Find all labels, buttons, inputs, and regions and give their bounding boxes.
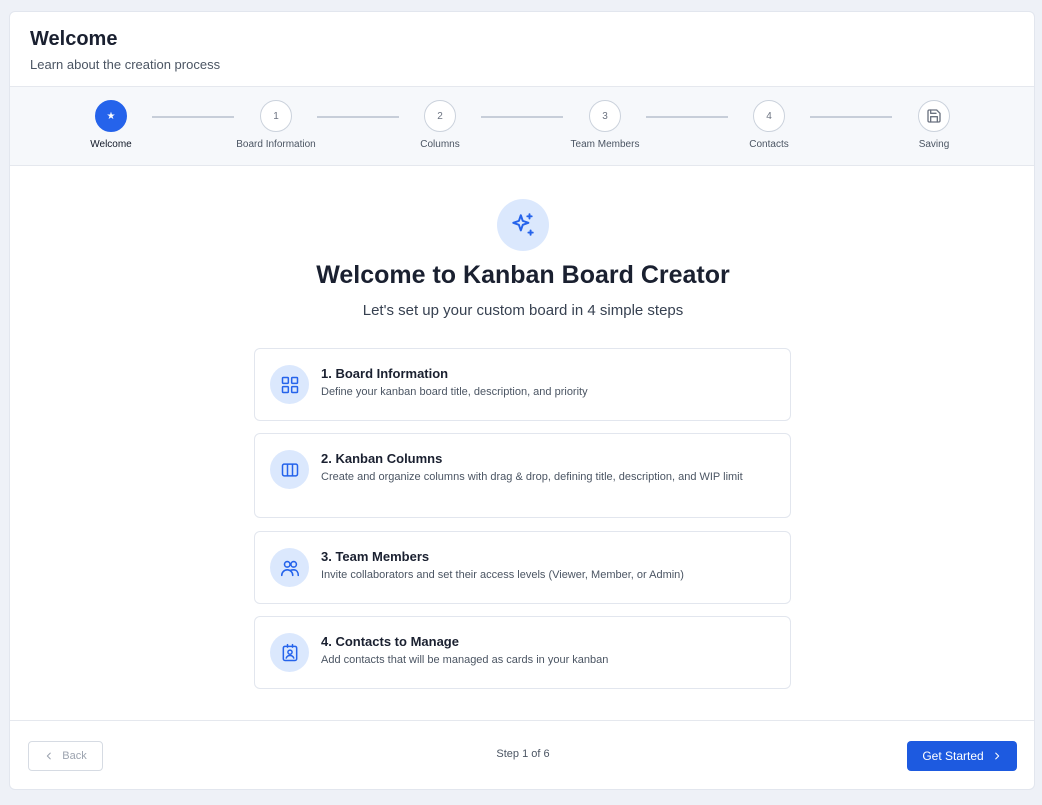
step-team-members[interactable]: 3 Team Members — [545, 100, 665, 150]
page-subtitle: Learn about the creation process — [30, 57, 221, 72]
chevron-right-icon — [994, 752, 999, 760]
step-marker: ★ — [95, 100, 127, 132]
contact-icon — [282, 643, 297, 661]
info-card-icon-badge — [270, 548, 309, 587]
columns-icon — [281, 462, 298, 477]
step-label: Board Information — [236, 139, 316, 150]
wizard-header: Welcome Learn about the creation process — [10, 12, 1034, 87]
step-board-information[interactable]: 1 Board Information — [216, 100, 336, 150]
star-icon: ★ — [106, 110, 116, 122]
info-card-kanban-columns: 2. Kanban Columns Create and organize co… — [254, 433, 791, 518]
wizard-card: Welcome Learn about the creation process… — [9, 11, 1035, 790]
grid-icon — [281, 376, 298, 393]
step-columns[interactable]: 2 Columns — [380, 100, 500, 150]
info-card-title: 1. Board Information — [321, 366, 449, 381]
step-label: Welcome — [90, 139, 132, 150]
info-card-icon-badge — [270, 450, 309, 489]
hero-badge — [497, 199, 549, 251]
wizard-stepper: ★ Welcome 1 Board Information 2 Columns … — [10, 87, 1034, 166]
info-card-description: Define your kanban board title, descript… — [321, 386, 588, 398]
get-started-button[interactable]: Get Started — [907, 741, 1017, 771]
info-card-description: Add contacts that will be managed as car… — [321, 654, 609, 666]
step-label: Team Members — [570, 139, 640, 150]
step-welcome[interactable]: ★ Welcome — [51, 100, 171, 150]
save-icon — [927, 109, 941, 123]
info-card-icon-badge — [270, 633, 309, 672]
sparkles-icon — [512, 213, 534, 236]
info-card-title: 3. Team Members — [321, 549, 430, 564]
wizard-footer: Back Step 1 of 6 Get Started — [10, 720, 1034, 789]
step-marker: 2 — [424, 100, 456, 132]
step-marker: 4 — [753, 100, 785, 132]
info-card-team-members: 3. Team Members Invite collaborators and… — [254, 531, 791, 604]
step-counter: Step 1 of 6 — [496, 748, 550, 760]
info-card-board-information: 1. Board Information Define your kanban … — [254, 348, 791, 421]
info-card-description: Invite collaborators and set their acces… — [321, 569, 684, 581]
info-card-title: 2. Kanban Columns — [321, 451, 443, 466]
step-label: Saving — [918, 139, 950, 150]
step-marker: 3 — [589, 100, 621, 132]
hero-subtitle: Let's set up your custom board in 4 simp… — [362, 302, 684, 319]
step-contacts[interactable]: 4 Contacts — [709, 100, 829, 150]
page-title: Welcome — [30, 28, 118, 50]
info-card-title: 4. Contacts to Manage — [321, 634, 459, 649]
step-marker: 1 — [260, 100, 292, 132]
info-card-icon-badge — [270, 365, 309, 404]
step-label: Contacts — [749, 139, 789, 150]
get-started-label: Get Started — [922, 749, 984, 763]
step-saving[interactable]: Saving — [874, 100, 994, 150]
info-card-contacts: 4. Contacts to Manage Add contacts that … — [254, 616, 791, 689]
info-card-description: Create and organize columns with drag & … — [321, 471, 743, 483]
wizard-content: Welcome to Kanban Board Creator Let's se… — [10, 166, 1034, 721]
users-icon — [280, 560, 299, 576]
hero-title: Welcome to Kanban Board Creator — [316, 261, 730, 289]
step-label: Columns — [420, 139, 460, 150]
step-marker — [918, 100, 950, 132]
